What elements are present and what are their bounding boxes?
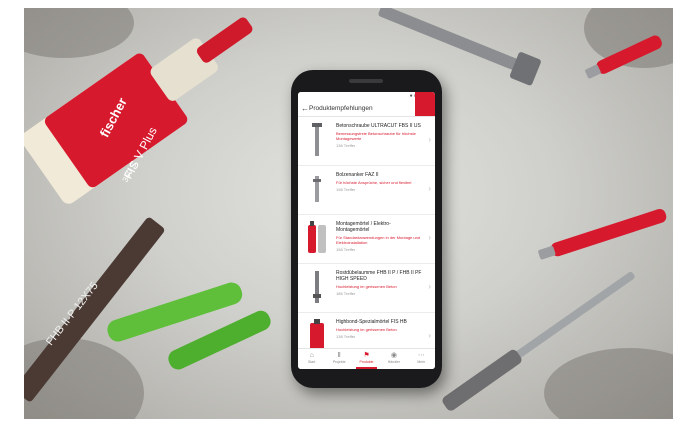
product-count: 138 Treffer	[336, 143, 356, 148]
product-count: 138 Treffer	[336, 334, 356, 339]
smartphone: ● ■ 12:00 ← Produktempfehlungen Betonsch…	[291, 70, 442, 388]
product-list-item[interactable]: Montagemörtel / Elektro-Montagemörtel Fü…	[298, 215, 435, 264]
red-plug-top-right	[585, 35, 662, 79]
product-description: Für höchste Ansprüche, sicher und flexib…	[336, 180, 412, 185]
product-list-item[interactable]: Bolzenanker FAZ II Für höchste Ansprüche…	[298, 166, 435, 215]
product-count: 198 Treffer	[336, 187, 356, 192]
bolt-anchor-thumbnail	[313, 176, 321, 202]
product-name: Highbond-Spezialmörtel FIS HB	[336, 319, 407, 325]
concrete-screw-thumbnail	[312, 123, 322, 156]
app-header: ← Produktempfehlungen	[298, 92, 435, 117]
app-screen: ● ■ 12:00 ← Produktempfehlungen Betonsch…	[298, 92, 435, 369]
product-description: Für Standardanwendungen in der Montage u…	[336, 235, 421, 245]
product-list-item[interactable]: Rostdübelaumme FHB II P / FHB II PF HIGH…	[298, 264, 435, 313]
tab-label: Projekte	[332, 360, 346, 364]
product-description: Hochleistung im gerissenen Beton	[336, 284, 397, 289]
phone-speaker	[349, 79, 383, 83]
more-icon: ⋯	[417, 352, 425, 359]
tab-start[interactable]: ⌂ Start	[298, 349, 325, 369]
product-name: Bolzenanker FAZ II	[336, 172, 379, 178]
product-list: Betonschraube ULTRACUT FBS II US Bemessu…	[298, 117, 435, 362]
chevron-right-icon: ›	[428, 233, 431, 242]
product-count: 158 Treffer	[336, 247, 356, 252]
red-plug-right	[538, 209, 667, 260]
tab-more[interactable]: ⋯ Mehr	[408, 349, 435, 369]
product-name: Montagemörtel / Elektro-Montagemörtel	[336, 221, 391, 233]
brand-corner-flag	[415, 92, 435, 116]
back-arrow-icon[interactable]: ←	[301, 104, 309, 113]
chevron-right-icon: ›	[428, 282, 431, 291]
product-name: Rostdübelaumme FHB II P / FHB II PF HIGH…	[336, 270, 422, 282]
tab-projects[interactable]: Ⅱ Projekte	[325, 349, 352, 369]
tab-products[interactable]: ⚑ Produkte	[353, 349, 380, 369]
tab-dealers[interactable]: ◉ Händler	[380, 349, 407, 369]
projects-icon: Ⅱ	[337, 352, 341, 359]
products-icon: ⚑	[363, 352, 370, 359]
frame-anchor	[442, 271, 635, 411]
chevron-right-icon: ›	[428, 184, 431, 193]
product-scene-background: fischer FIS V Plus 360 S FHB II-P 12X75 …	[24, 8, 673, 419]
product-description: Bemessungsfreie Betonschraube für höchst…	[336, 131, 416, 141]
tab-label: Start	[308, 360, 316, 364]
threaded-rod	[24, 217, 165, 402]
chevron-right-icon: ›	[428, 135, 431, 144]
chevron-right-icon: ›	[428, 331, 431, 340]
bottom-tab-bar: ⌂ Start Ⅱ Projekte ⚑ Produkte ◉ Händler …	[298, 348, 435, 369]
home-icon: ⌂	[309, 352, 314, 359]
product-name: Betonschraube ULTRACUT FBS II US	[336, 123, 421, 129]
product-count: 186 Treffer	[336, 291, 356, 296]
anchor-rod-thumbnail	[313, 271, 321, 303]
product-description: Hochleistung im gerissenen Beton	[336, 327, 397, 332]
tab-label: Händler	[387, 360, 401, 364]
product-list-item[interactable]: Betonschraube ULTRACUT FBS II US Bemessu…	[298, 117, 435, 166]
tab-label: Produkte	[359, 360, 374, 364]
mortar-cartridge-thumbnail	[308, 221, 326, 253]
tab-label: Mehr	[417, 360, 426, 364]
mortar-cartridge	[24, 17, 253, 204]
page-title: Produktempfehlungen	[309, 104, 373, 112]
location-icon: ◉	[390, 352, 397, 359]
